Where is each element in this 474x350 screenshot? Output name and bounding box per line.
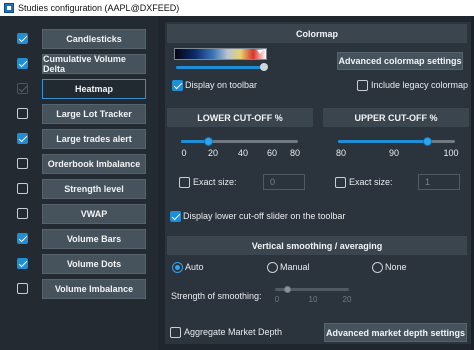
study-row-volume-imbalance: Volume Imbalance: [0, 278, 158, 300]
study-button-volume-dots[interactable]: Volume Dots: [42, 254, 146, 274]
strength-tick-0: 0: [274, 295, 280, 304]
upper-exact-size-label: Exact size:: [349, 177, 393, 187]
study-checkbox-heatmap[interactable]: [17, 83, 28, 94]
study-checkbox-volume-dots[interactable]: [17, 258, 28, 269]
app-icon: [4, 3, 14, 13]
strength-slider-thumb[interactable]: [284, 286, 291, 293]
display-on-toolbar-checkbox[interactable]: [172, 80, 183, 91]
studies-list: Candlesticks Cumulative Volume Delta Hea…: [0, 16, 158, 350]
strength-tick-20: 20: [342, 295, 352, 304]
study-button-volume-bars[interactable]: Volume Bars: [42, 229, 146, 249]
lower-tick-0: 0: [181, 148, 187, 158]
study-button-candlesticks[interactable]: Candlesticks: [42, 29, 146, 49]
lower-cutoff-header: LOWER CUT-OFF %: [167, 108, 313, 127]
smoothing-auto-radio[interactable]: [172, 262, 183, 273]
study-checkbox-vwap[interactable]: [17, 208, 28, 219]
strength-tick-10: 10: [308, 295, 318, 304]
upper-cutoff-thumb[interactable]: [423, 137, 432, 146]
toolbar-slider-checkbox[interactable]: [170, 211, 181, 222]
upper-cutoff-fill: [338, 140, 428, 143]
lower-cutoff-thumb[interactable]: [204, 137, 213, 146]
chevron-down-icon: [257, 50, 263, 54]
study-checkbox-large-trades-alert[interactable]: [17, 133, 28, 144]
study-row-volume-dots: Volume Dots: [0, 253, 158, 275]
lower-tick-40: 40: [237, 148, 248, 158]
study-button-large-lot-tracker[interactable]: Large Lot Tracker: [42, 104, 146, 124]
smoothing-manual-radio[interactable]: [267, 262, 278, 273]
study-button-volume-imbalance[interactable]: Volume Imbalance: [42, 279, 146, 299]
smoothing-manual-label: Manual: [280, 262, 310, 272]
study-row-strength-level: Strength level: [0, 178, 158, 200]
study-checkbox-strength-level[interactable]: [17, 183, 28, 194]
upper-cutoff-header: UPPER CUT-OFF %: [323, 108, 469, 127]
colormap-header: Colormap: [167, 24, 467, 43]
upper-tick-90: 90: [388, 148, 399, 158]
upper-tick-100: 100: [443, 148, 459, 158]
study-button-large-trades-alert[interactable]: Large trades alert: [42, 129, 146, 149]
title-bar: Studies configuration (AAPL@DXFEED): [0, 0, 474, 16]
lower-exact-size-checkbox[interactable]: [179, 177, 190, 188]
display-on-toolbar-label: Display on toolbar: [185, 80, 258, 90]
study-checkbox-volume-imbalance[interactable]: [17, 283, 28, 294]
lower-tick-80: 80: [289, 148, 300, 158]
study-checkbox-orderbook-imbalance[interactable]: [17, 158, 28, 169]
upper-exact-size-input[interactable]: 1: [418, 174, 460, 190]
study-row-candlesticks: Candlesticks: [0, 28, 158, 50]
study-row-vwap: VWAP: [0, 203, 158, 225]
upper-exact-size-checkbox[interactable]: [335, 177, 346, 188]
lower-tick-60: 60: [266, 148, 277, 158]
study-button-strength-level[interactable]: Strength level: [42, 179, 146, 199]
study-row-orderbook-imbalance: Orderbook Imbalance: [0, 153, 158, 175]
aggregate-market-depth-label: Aggregate Market Depth: [184, 327, 283, 337]
study-checkbox-cumulative-volume-delta[interactable]: [17, 58, 28, 69]
smoothing-header: Vertical smoothing / averaging: [167, 236, 467, 255]
study-button-vwap[interactable]: VWAP: [42, 204, 146, 224]
window-title: Studies configuration (AAPL@DXFEED): [18, 3, 180, 13]
aggregate-market-depth-checkbox[interactable]: [170, 327, 181, 338]
heatmap-settings-panel: Colormap Advanced colormap settings Disp…: [165, 22, 471, 344]
strength-of-smoothing-label: Strength of smoothing:: [171, 291, 262, 301]
colormap-slider-track[interactable]: [176, 66, 262, 69]
lower-exact-size-label: Exact size:: [193, 177, 237, 187]
advanced-colormap-settings-button[interactable]: Advanced colormap settings: [337, 52, 463, 70]
study-row-large-trades-alert: Large trades alert: [0, 128, 158, 150]
study-checkbox-large-lot-tracker[interactable]: [17, 108, 28, 119]
lower-exact-size-input[interactable]: 0: [263, 174, 305, 190]
lower-tick-20: 20: [207, 148, 218, 158]
study-row-cumulative-volume-delta: Cumulative Volume Delta: [0, 53, 158, 75]
include-legacy-checkbox[interactable]: [357, 80, 368, 91]
study-button-orderbook-imbalance[interactable]: Orderbook Imbalance: [42, 154, 146, 174]
study-button-heatmap[interactable]: Heatmap: [42, 79, 146, 99]
study-row-volume-bars: Volume Bars: [0, 228, 158, 250]
smoothing-none-label: None: [385, 262, 407, 272]
smoothing-auto-label: Auto: [185, 262, 204, 272]
study-row-large-lot-tracker: Large Lot Tracker: [0, 103, 158, 125]
include-legacy-label: Include legacy colormap: [371, 80, 469, 90]
study-checkbox-volume-bars[interactable]: [17, 233, 28, 244]
study-row-heatmap: Heatmap: [0, 78, 158, 100]
study-checkbox-candlesticks[interactable]: [17, 33, 28, 44]
advanced-market-depth-settings-button[interactable]: Advanced market depth settings: [324, 323, 467, 342]
toolbar-slider-label: Display lower cut-off slider on the tool…: [183, 211, 346, 221]
smoothing-none-radio[interactable]: [372, 262, 383, 273]
colormap-slider-thumb[interactable]: [260, 63, 268, 71]
upper-tick-80: 80: [335, 148, 346, 158]
colormap-dropdown[interactable]: [174, 48, 267, 60]
study-button-cumulative-volume-delta[interactable]: Cumulative Volume Delta: [42, 54, 146, 74]
